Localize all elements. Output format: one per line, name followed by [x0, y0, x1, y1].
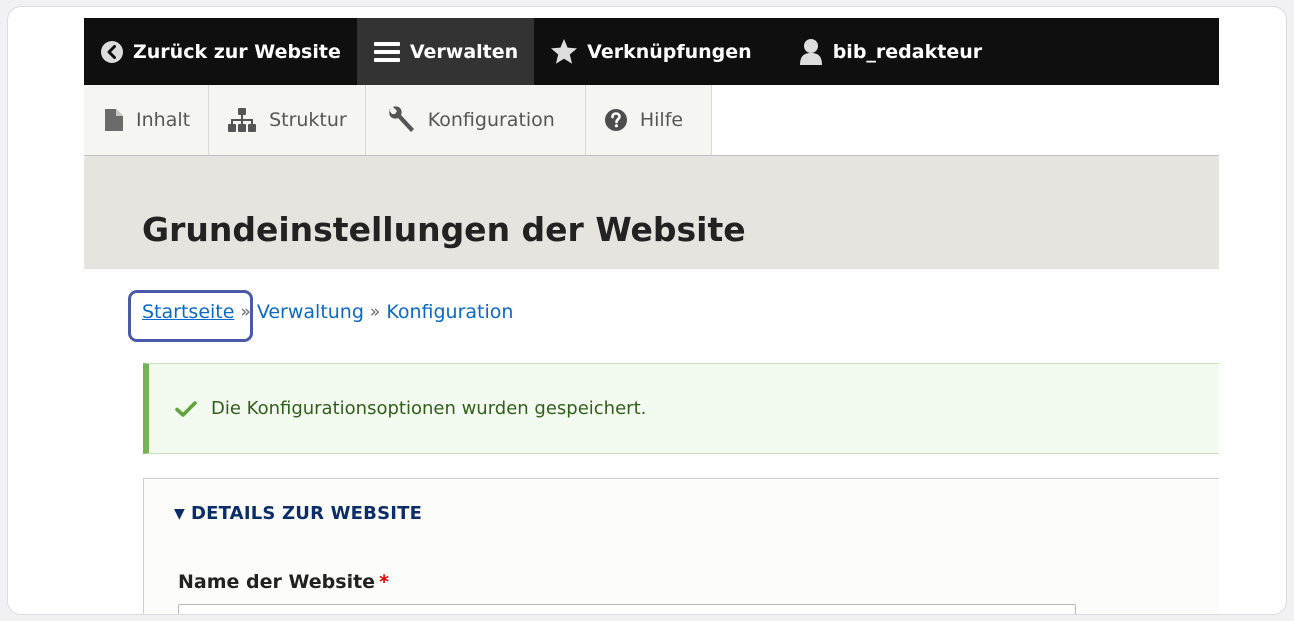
site-details-summary[interactable]: ▼ DETAILS ZUR WEBSITE — [174, 503, 422, 524]
tray-item-content-label: Inhalt — [136, 109, 191, 131]
site-name-label: Name der Website * — [178, 571, 389, 593]
browser-viewport: Zurück zur Website Verwalten Verknüpfung… — [84, 18, 1219, 614]
breadcrumb-separator: » — [369, 302, 381, 322]
breadcrumb-administration-link[interactable]: Verwaltung — [257, 301, 364, 323]
sitemap-icon — [227, 107, 257, 133]
breadcrumb: Startseite » Verwaltung » Konfiguration — [142, 301, 513, 323]
chevron-left-circle-icon — [100, 40, 124, 64]
shortcuts-label: Verknüpfungen — [587, 40, 752, 63]
tray-item-configuration[interactable]: Konfiguration — [365, 85, 586, 155]
back-to-site-link[interactable]: Zurück zur Website — [84, 18, 357, 85]
file-icon — [104, 108, 124, 132]
admin-tray: Inhalt Struktur Konfiguration Hilfe — [84, 85, 1219, 156]
page-title: Grundeinstellungen der Website — [142, 210, 746, 249]
triangle-down-icon: ▼ — [174, 505, 185, 522]
required-marker: * — [379, 571, 389, 593]
shortcuts-tab[interactable]: Verknüpfungen — [534, 18, 768, 85]
tray-item-structure[interactable]: Struktur — [209, 85, 366, 155]
screenshot-frame: Zurück zur Website Verwalten Verknüpfung… — [7, 6, 1287, 615]
user-icon — [798, 38, 824, 66]
wrench-icon — [386, 105, 416, 135]
back-to-site-label: Zurück zur Website — [133, 40, 341, 63]
status-message: Die Konfigurationsoptionen wurden gespei… — [143, 363, 1219, 454]
breadcrumb-configuration-link[interactable]: Konfiguration — [386, 301, 513, 323]
menu-icon — [373, 40, 401, 64]
manage-label: Verwalten — [409, 40, 519, 63]
site-details-summary-label: DETAILS ZUR WEBSITE — [190, 503, 423, 524]
tray-item-structure-label: Struktur — [269, 109, 347, 131]
help-icon — [604, 108, 628, 132]
site-name-input[interactable] — [178, 604, 1076, 614]
breadcrumb-separator: » — [240, 302, 251, 322]
site-details-fieldset: ▼ DETAILS ZUR WEBSITE Name der Website * — [143, 478, 1219, 614]
manage-tab[interactable]: Verwalten — [356, 18, 535, 85]
status-message-text: Die Konfigurationsoptionen wurden gespei… — [211, 398, 647, 419]
page-header: Grundeinstellungen der Website — [84, 157, 1219, 269]
tray-item-help[interactable]: Hilfe — [585, 85, 713, 155]
admin-toolbar: Zurück zur Website Verwalten Verknüpfung… — [84, 18, 1219, 85]
breadcrumb-home-link[interactable]: Startseite — [142, 301, 234, 323]
user-label: bib_redakteur — [832, 40, 983, 63]
site-name-label-text: Name der Website — [178, 571, 376, 593]
tray-item-help-label: Hilfe — [639, 109, 684, 131]
user-tab[interactable]: bib_redakteur — [768, 18, 998, 85]
star-icon — [550, 38, 578, 65]
checkmark-icon — [175, 400, 197, 418]
tray-item-configuration-label: Konfiguration — [427, 109, 555, 131]
tray-item-content[interactable]: Inhalt — [84, 85, 210, 155]
